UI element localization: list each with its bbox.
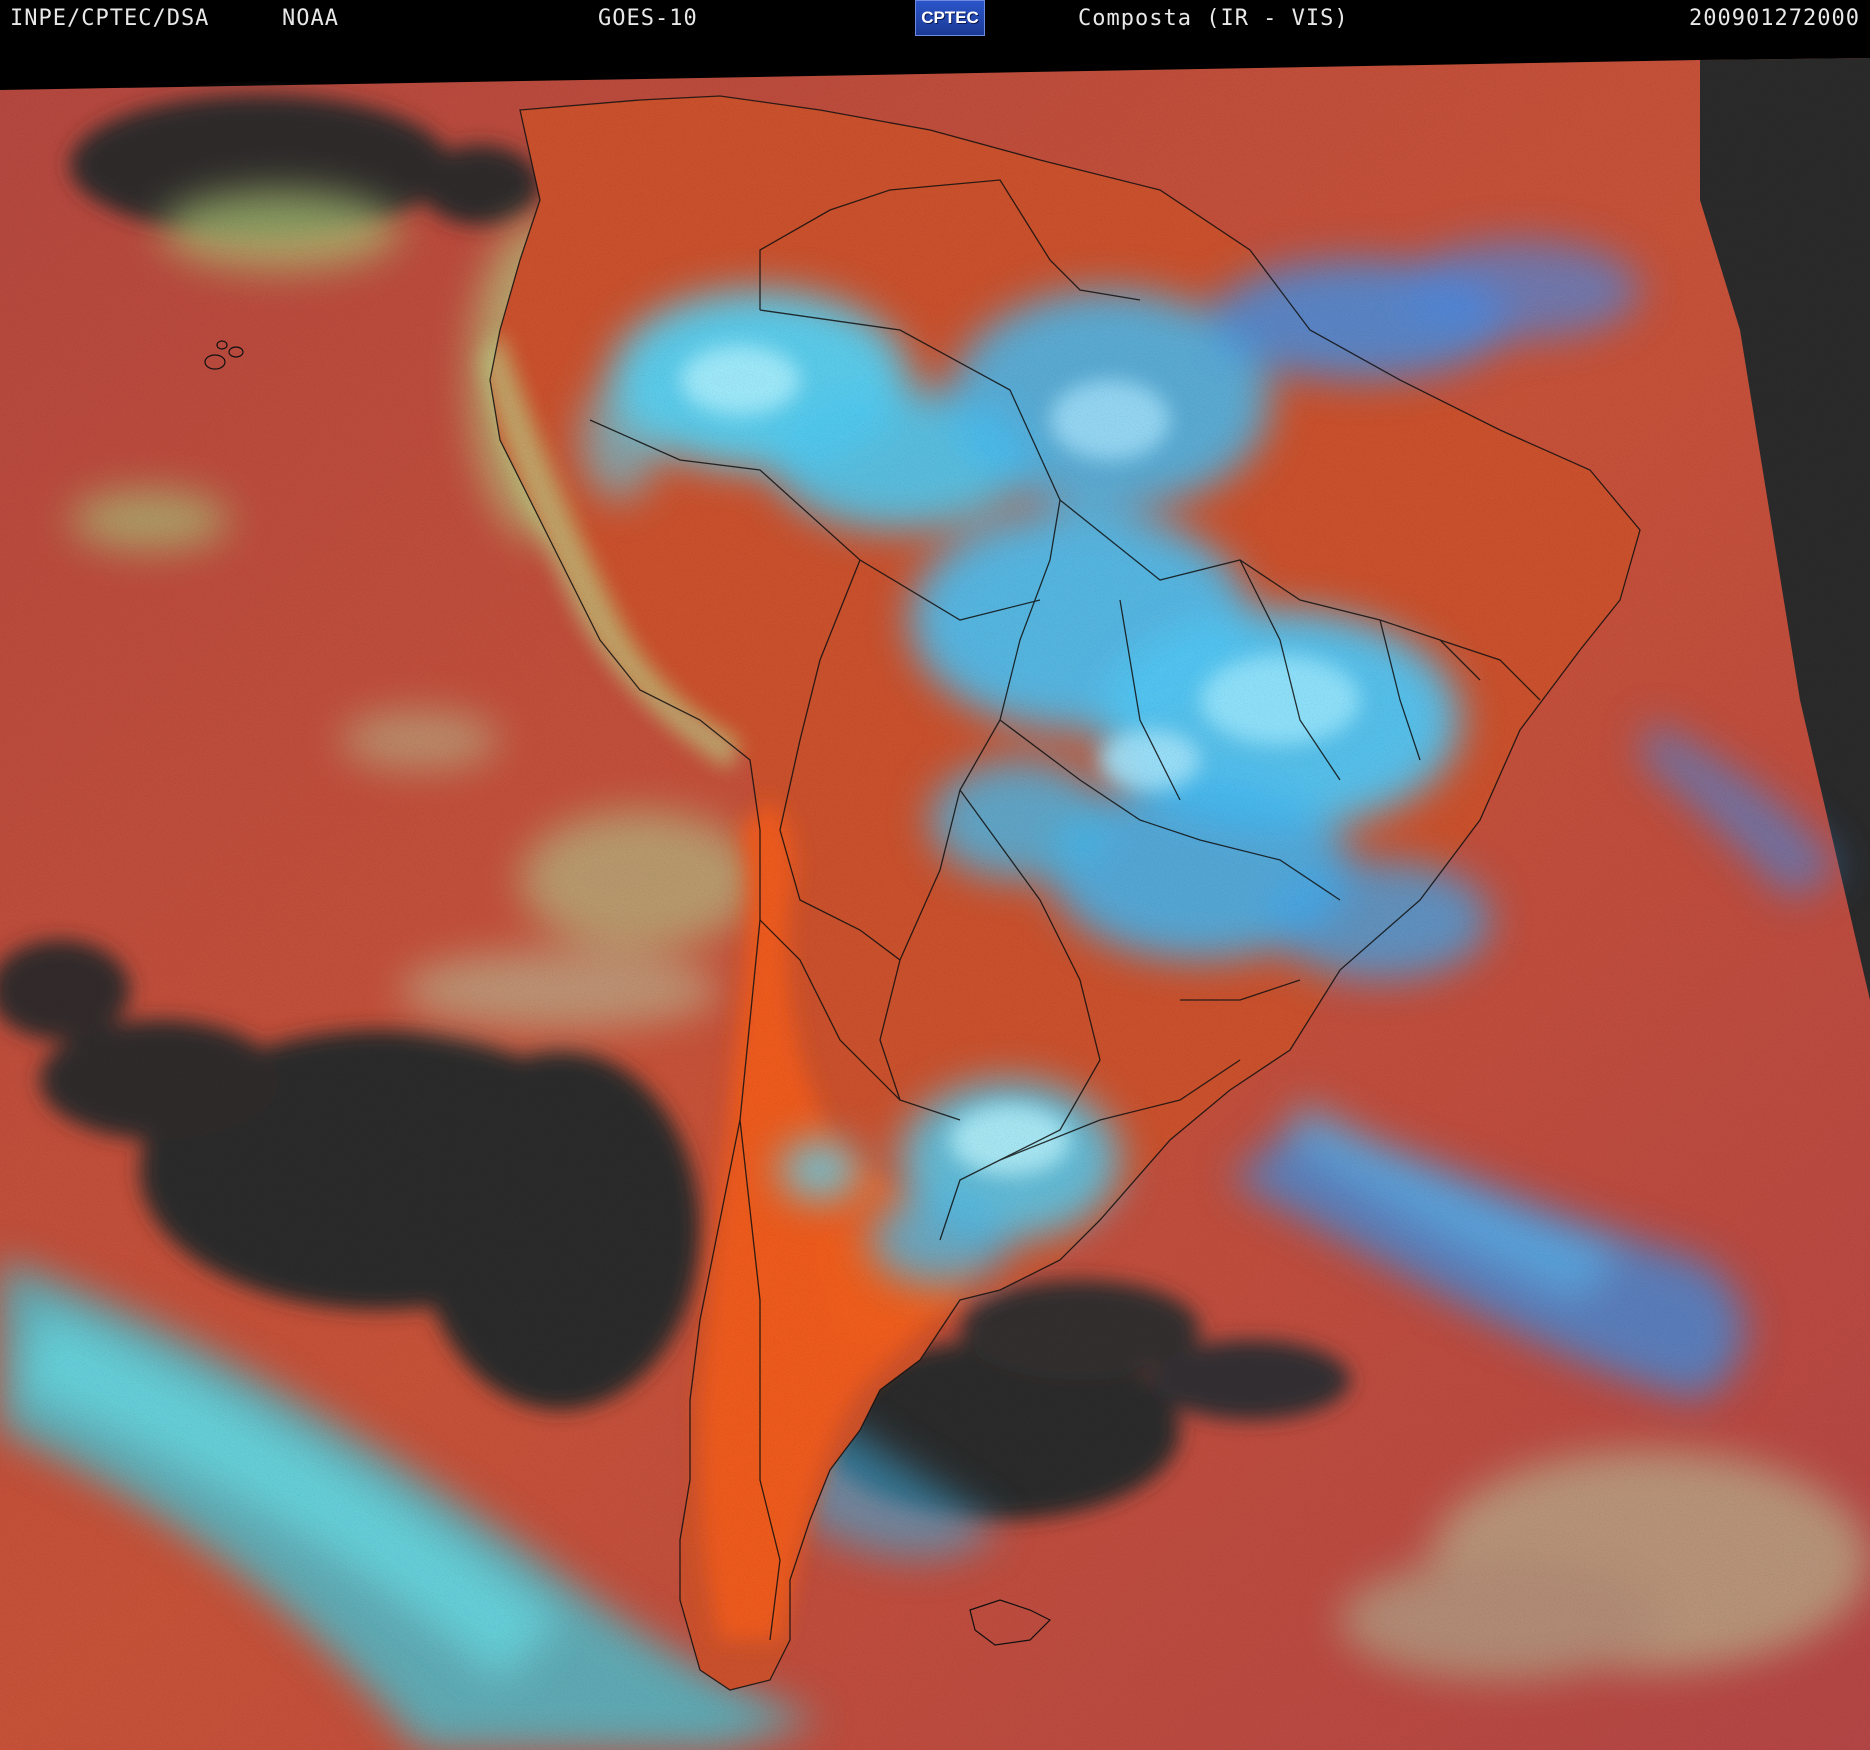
image-speckle-texture: [0, 60, 1870, 1750]
institution-label: INPE/CPTEC/DSA: [10, 6, 210, 31]
product-label: Composta (IR - VIS): [1078, 6, 1349, 31]
image-header-bar: INPE/CPTEC/DSA NOAA GOES-10 CPTEC Compos…: [0, 0, 1870, 38]
cptec-logo-text: CPTEC: [921, 8, 979, 27]
cptec-logo: CPTEC: [915, 0, 985, 36]
satellite-composite-image: [0, 0, 1870, 1750]
satellite-label: GOES-10: [598, 6, 698, 31]
agency-label: NOAA: [282, 6, 339, 31]
timestamp-label: 200901272000: [1689, 6, 1860, 31]
satellite-image-viewer: INPE/CPTEC/DSA NOAA GOES-10 CPTEC Compos…: [0, 0, 1870, 1750]
